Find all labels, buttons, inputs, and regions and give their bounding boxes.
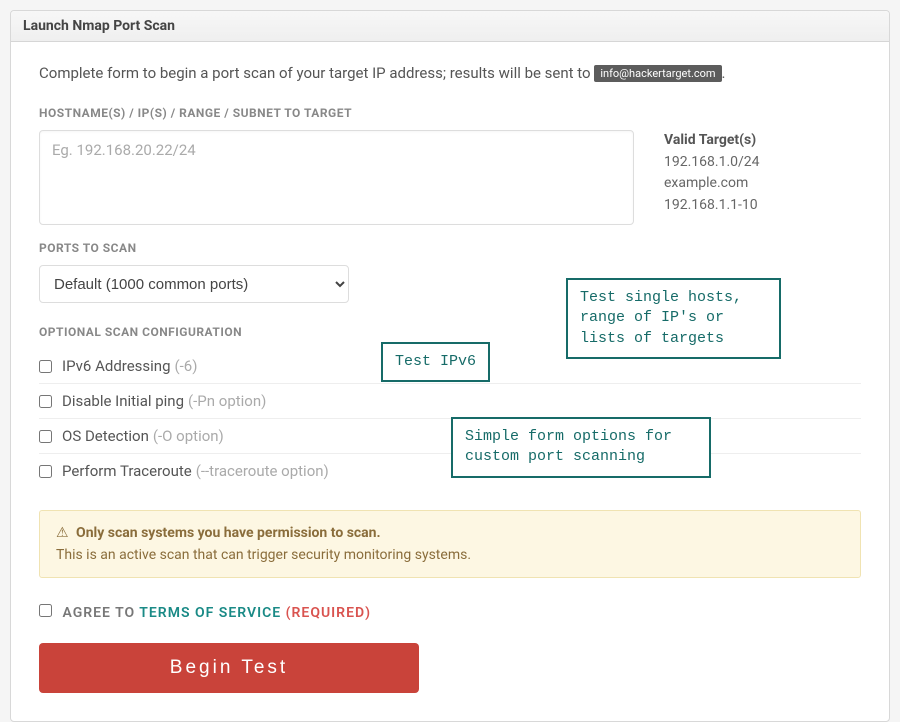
- email-badge: info@hackertarget.com: [594, 65, 721, 82]
- targets-label: HOSTNAME(S) / IP(S) / RANGE / SUBNET TO …: [39, 106, 861, 120]
- valid-target-example: example.com: [664, 173, 760, 195]
- option-hint: (--traceroute option): [196, 462, 329, 480]
- option-os-detection-checkbox[interactable]: [39, 430, 52, 443]
- ports-select[interactable]: Default (1000 common ports): [39, 265, 349, 303]
- option-label: Perform Traceroute: [62, 462, 192, 480]
- annotation-ipv6: Test IPv6: [381, 342, 490, 382]
- agree-label: AGREE TO: [62, 605, 139, 621]
- valid-targets-title: Valid Target(s): [664, 130, 760, 152]
- window-title: Launch Nmap Port Scan: [11, 11, 889, 42]
- annotation-targets: Test single hosts, range of IP's or list…: [566, 278, 781, 359]
- option-hint: (-Pn option): [188, 392, 266, 410]
- ports-label: PORTS TO SCAN: [39, 241, 861, 255]
- warning-body: This is an active scan that can trigger …: [56, 547, 844, 563]
- begin-test-button[interactable]: Begin Test: [39, 643, 419, 693]
- warning-icon: ⚠: [56, 525, 69, 541]
- required-label: (REQUIRED): [286, 605, 371, 621]
- option-label: Disable Initial ping: [62, 392, 184, 410]
- option-os-detection[interactable]: OS Detection (-O option): [39, 418, 861, 453]
- form-body: Complete form to begin a port scan of yo…: [11, 42, 889, 721]
- intro-after: .: [722, 64, 726, 82]
- option-label: OS Detection: [62, 427, 149, 445]
- agree-checkbox[interactable]: [39, 604, 52, 617]
- intro-text: Complete form to begin a port scan of yo…: [39, 64, 861, 82]
- option-hint: (-6): [175, 357, 198, 375]
- tos-link[interactable]: TERMS OF SERVICE: [139, 605, 281, 621]
- targets-input[interactable]: [39, 130, 634, 225]
- permission-warning: ⚠ Only scan systems you have permission …: [39, 510, 861, 578]
- option-traceroute[interactable]: Perform Traceroute (--traceroute option): [39, 453, 861, 488]
- option-hint: (-O option): [153, 427, 224, 445]
- option-traceroute-checkbox[interactable]: [39, 465, 52, 478]
- option-label: IPv6 Addressing: [62, 357, 171, 375]
- option-ipv6-checkbox[interactable]: [39, 360, 52, 373]
- option-disable-ping-checkbox[interactable]: [39, 395, 52, 408]
- valid-targets-panel: Valid Target(s) 192.168.1.0/24 example.c…: [664, 130, 760, 225]
- scan-form-window: Launch Nmap Port Scan Complete form to b…: [10, 10, 890, 722]
- intro-before: Complete form to begin a port scan of yo…: [39, 64, 594, 82]
- annotation-options: Simple form options for custom port scan…: [451, 417, 711, 478]
- valid-target-example: 192.168.1.1-10: [664, 195, 760, 217]
- valid-target-example: 192.168.1.0/24: [664, 152, 760, 174]
- warning-title: Only scan systems you have permission to…: [76, 525, 381, 541]
- option-disable-ping[interactable]: Disable Initial ping (-Pn option): [39, 383, 861, 418]
- agree-row: AGREE TO TERMS OF SERVICE (REQUIRED): [39, 604, 861, 621]
